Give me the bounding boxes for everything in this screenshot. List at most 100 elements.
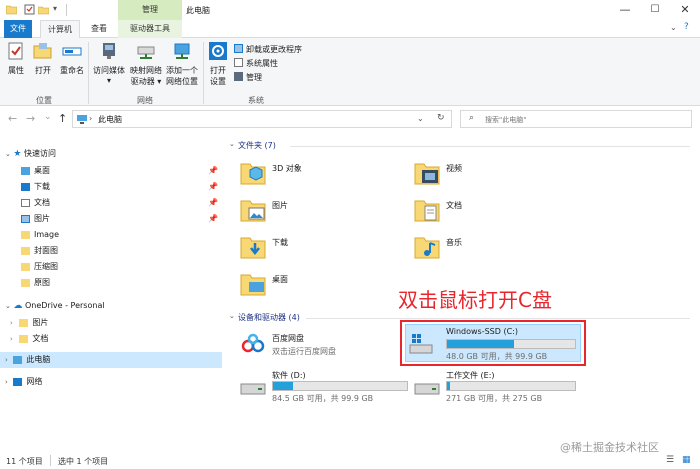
- access-media-button[interactable]: 访问媒体 ▾: [90, 42, 128, 85]
- expand-ribbon-icon[interactable]: ⌄: [670, 23, 677, 32]
- computer-icon: [13, 356, 23, 364]
- location-group-label: 位置: [36, 96, 52, 105]
- section-divider: [306, 318, 690, 319]
- context-header-label: 管理: [142, 5, 158, 14]
- sidebar-item-network[interactable]: › 网络: [0, 374, 222, 390]
- sidebar-item-downloads[interactable]: 下载 📌: [0, 179, 222, 195]
- folders-section-header[interactable]: 文件夹 (7): [238, 140, 276, 151]
- sidebar-item-cover[interactable]: 封面图: [0, 243, 222, 259]
- computer-icon: [77, 115, 87, 124]
- pictures-folder-icon: [240, 200, 266, 222]
- section-divider: [290, 146, 690, 147]
- folder-icon: [6, 5, 17, 15]
- sidebar-item-compressed[interactable]: 压缩图: [0, 259, 222, 275]
- close-button[interactable]: ✕: [670, 0, 700, 20]
- sidebar-item-label: 图片: [32, 318, 49, 327]
- open-button[interactable]: 打开: [31, 42, 55, 76]
- title-bar: ▾ 管理 此电脑 — ☐ ✕: [0, 0, 700, 20]
- sidebar-item-onedrive-pictures[interactable]: › 图片: [0, 315, 222, 331]
- pin-icon[interactable]: 📌: [208, 195, 218, 211]
- network-icon: [13, 378, 23, 386]
- window-title: 此电脑: [186, 6, 210, 15]
- address-text[interactable]: 此电脑: [98, 114, 122, 125]
- music-folder-icon: [414, 237, 440, 259]
- properties-quick-icon[interactable]: [24, 4, 35, 15]
- manage-item[interactable]: 管理: [234, 72, 262, 84]
- pictures-icon: [21, 215, 30, 223]
- open-label: 打开: [35, 66, 51, 75]
- pin-icon[interactable]: 📌: [208, 211, 218, 227]
- baidu-netdisk-tile[interactable]: 百度网盘 双击运行百度网盘: [240, 330, 400, 362]
- folder-tile-documents[interactable]: 文档: [414, 191, 574, 225]
- expand-chevron-icon[interactable]: ›: [10, 319, 13, 327]
- up-button[interactable]: ↑: [58, 112, 67, 125]
- back-button[interactable]: ←: [8, 112, 17, 125]
- tiles-view-icon[interactable]: ▦: [682, 455, 691, 465]
- quick-access-dropdown-icon[interactable]: ▾: [53, 4, 57, 13]
- expand-chevron-icon[interactable]: ›: [10, 335, 13, 343]
- details-view-icon[interactable]: ☰: [666, 455, 674, 465]
- expand-chevron-icon[interactable]: ⌄: [5, 150, 11, 158]
- collapse-chevron-icon[interactable]: ⌄: [229, 312, 235, 320]
- sidebar-item-onedrive[interactable]: ⌄ ☁ OneDrive - Personal: [0, 298, 222, 314]
- map-drive-label-2: 驱动器 ▾: [130, 77, 162, 86]
- sidebar-item-original[interactable]: 原图: [0, 275, 222, 291]
- search-box[interactable]: ⌕ 搜索"此电脑": [460, 110, 692, 128]
- folder-tile-pictures[interactable]: 图片: [240, 191, 400, 225]
- pin-icon[interactable]: 📌: [208, 163, 218, 179]
- tab-view[interactable]: 查看: [84, 20, 114, 38]
- access-media-label: 访问媒体: [93, 66, 125, 75]
- address-bar[interactable]: › 此电脑 ⌄ ↻: [72, 110, 452, 128]
- tab-computer[interactable]: 计算机: [40, 20, 80, 38]
- expand-chevron-icon[interactable]: ›: [5, 378, 8, 386]
- drive-name: 工作文件 (E:): [446, 371, 495, 380]
- tab-drive-tools[interactable]: 驱动器工具: [118, 20, 182, 38]
- sidebar-item-pictures[interactable]: 图片 📌: [0, 211, 222, 227]
- collapse-chevron-icon[interactable]: ⌄: [229, 140, 235, 148]
- drive-tile-c[interactable]: Windows-SSD (C:) 48.0 GB 可用，共 99.9 GB: [405, 324, 581, 362]
- add-network-location-button[interactable]: 添加一个 网络位置: [164, 42, 200, 87]
- help-icon[interactable]: ?: [684, 22, 689, 32]
- expand-chevron-icon[interactable]: ›: [5, 356, 8, 364]
- rename-button[interactable]: 重命名: [57, 42, 87, 76]
- windows-drive-icon: [409, 334, 433, 354]
- folder-tile-3d-objects[interactable]: 3D 对象: [240, 154, 400, 188]
- network-label: 网络: [26, 377, 43, 386]
- sidebar-item-label: 下载: [34, 182, 50, 191]
- network-group-label: 网络: [137, 96, 153, 105]
- onedrive-label: OneDrive - Personal: [24, 301, 105, 310]
- forward-button[interactable]: →: [26, 112, 35, 125]
- map-network-drive-button[interactable]: 映射网络 驱动器 ▾: [128, 42, 164, 87]
- drive-tile-e[interactable]: 工作文件 (E:) 271 GB 可用，共 275 GB: [414, 368, 584, 404]
- tab-file[interactable]: 文件: [4, 20, 32, 38]
- folder-tile-desktop[interactable]: 桌面: [240, 265, 400, 299]
- minimize-button[interactable]: —: [610, 0, 640, 20]
- sidebar-item-desktop[interactable]: 桌面 📌: [0, 163, 222, 179]
- folder-tile-music[interactable]: 音乐: [414, 228, 574, 262]
- refresh-icon[interactable]: ↻: [437, 113, 445, 123]
- sidebar-item-image[interactable]: Image: [0, 227, 222, 243]
- address-dropdown-icon[interactable]: ⌄: [417, 114, 424, 123]
- properties-button[interactable]: 属性: [4, 42, 28, 76]
- open-settings-button[interactable]: 打开 设置: [206, 42, 230, 87]
- maximize-button[interactable]: ☐: [640, 0, 670, 20]
- sidebar-item-documents[interactable]: 文档 📌: [0, 195, 222, 211]
- properties-label: 属性: [8, 66, 24, 75]
- pin-icon[interactable]: 📌: [208, 179, 218, 195]
- new-folder-quick-icon[interactable]: [38, 4, 49, 15]
- devices-section-header[interactable]: 设备和驱动器 (4): [238, 312, 300, 323]
- properties-icon: [8, 42, 23, 60]
- sidebar-item-onedrive-documents[interactable]: › 文档: [0, 331, 222, 347]
- sidebar-item-this-pc[interactable]: › 此电脑: [0, 352, 222, 368]
- recent-locations-button[interactable]: ⌄: [44, 112, 52, 122]
- folder-name: 下载: [272, 238, 288, 247]
- system-properties-item[interactable]: 系统属性: [234, 58, 278, 70]
- folder-tile-videos[interactable]: 视频: [414, 154, 574, 188]
- folder-tile-downloads[interactable]: 下载: [240, 228, 400, 262]
- expand-chevron-icon[interactable]: ⌄: [5, 302, 11, 310]
- uninstall-programs-item[interactable]: 卸载或更改程序: [234, 44, 302, 56]
- drive-tile-d[interactable]: 软件 (D:) 84.5 GB 可用，共 99.9 GB: [240, 368, 410, 404]
- sidebar-item-quick-access[interactable]: ⌄ ★ 快速访问: [0, 146, 222, 162]
- folder-icon: [21, 231, 30, 239]
- search-icon: ⌕: [469, 113, 475, 123]
